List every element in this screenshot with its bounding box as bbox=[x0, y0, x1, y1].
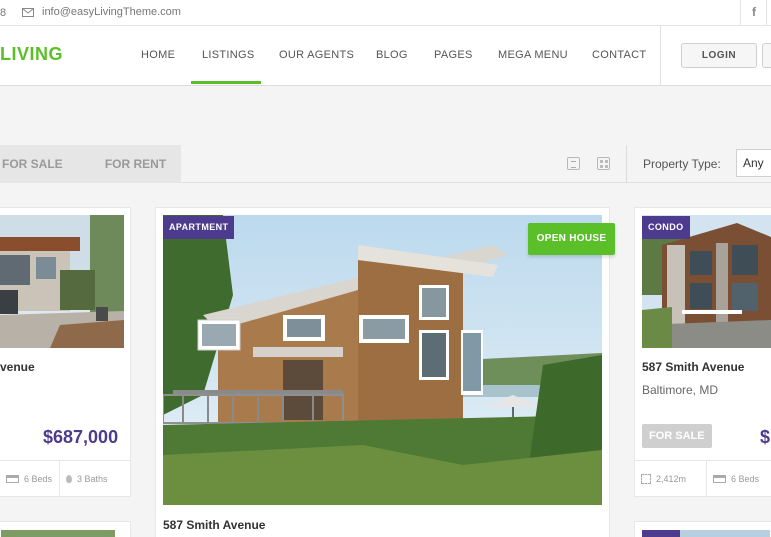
area-size: 2,412m bbox=[635, 460, 707, 497]
property-type-badge: CONDO bbox=[642, 216, 690, 239]
bed-icon bbox=[6, 475, 19, 483]
bath-icon bbox=[66, 475, 72, 483]
baths-label: 3 Baths bbox=[77, 474, 108, 484]
listing-price: $ bbox=[760, 427, 771, 447]
listing-title[interactable]: 587 Smith Avenue bbox=[163, 518, 265, 532]
property-type-label: Property Type: bbox=[643, 157, 721, 171]
email-text: info@easyLivingTheme.com bbox=[42, 6, 181, 18]
active-nav-indicator bbox=[191, 81, 261, 84]
site-header: LIVING HOME LISTINGS OUR AGENTS BLOG PAG… bbox=[0, 26, 771, 86]
beds-label: 6 Beds bbox=[24, 474, 53, 484]
listing-photo[interactable] bbox=[0, 215, 124, 348]
bed-icon bbox=[713, 475, 726, 483]
phone-number: 8 bbox=[0, 7, 7, 19]
area-icon bbox=[641, 474, 651, 484]
nav-blog[interactable]: BLOG bbox=[376, 49, 408, 61]
divider bbox=[766, 0, 767, 26]
property-type-badge: APARTMENT bbox=[163, 216, 235, 239]
nav-our-agents[interactable]: OUR AGENTS bbox=[279, 49, 354, 61]
register-button[interactable] bbox=[762, 43, 771, 68]
beds-count: 6 Beds bbox=[0, 460, 60, 497]
tab-for-sale[interactable]: FOR SALE bbox=[0, 145, 90, 183]
listing-photo[interactable] bbox=[1, 530, 115, 537]
baths-count: 3 Baths bbox=[60, 460, 130, 497]
listing-photo[interactable] bbox=[163, 215, 602, 505]
property-type-select[interactable]: Any bbox=[736, 149, 771, 177]
listing-title[interactable]: venue bbox=[0, 360, 35, 374]
facebook-icon[interactable]: f bbox=[752, 5, 756, 19]
area-label: 2,412m bbox=[656, 474, 687, 484]
site-logo[interactable]: LIVING bbox=[0, 44, 63, 65]
mail-icon bbox=[22, 7, 34, 17]
tab-for-rent[interactable]: FOR RENT bbox=[90, 145, 181, 183]
listing-photo[interactable] bbox=[680, 530, 770, 537]
list-view-icon[interactable] bbox=[567, 157, 580, 170]
nav-pages[interactable]: PAGES bbox=[434, 49, 473, 61]
divider bbox=[740, 0, 741, 26]
property-type-badge bbox=[642, 530, 680, 537]
status-badge: FOR SALE bbox=[642, 424, 712, 448]
email-contact[interactable]: info@easyLivingTheme.com bbox=[22, 6, 181, 18]
top-bar: 8 info@easyLivingTheme.com f bbox=[0, 0, 771, 26]
nav-contact[interactable]: CONTACT bbox=[592, 49, 646, 61]
listing-location: Baltimore, MD bbox=[642, 383, 719, 397]
nav-home[interactable]: HOME bbox=[141, 49, 175, 61]
open-house-badge: OPEN HOUSE bbox=[528, 223, 615, 255]
divider bbox=[660, 26, 661, 86]
nav-mega-menu[interactable]: MEGA MENU bbox=[498, 49, 568, 61]
beds-label: 6 Beds bbox=[731, 474, 760, 484]
beds-count: 6 Beds bbox=[707, 460, 771, 497]
listing-card[interactable] bbox=[0, 521, 131, 537]
listing-price: $687,000 bbox=[43, 427, 119, 447]
listing-card[interactable] bbox=[634, 521, 771, 537]
divider bbox=[626, 145, 627, 183]
grid-view-icon[interactable] bbox=[597, 157, 610, 170]
login-button[interactable]: LOGIN bbox=[681, 43, 757, 68]
listing-title[interactable]: 587 Smith Avenue bbox=[642, 360, 744, 374]
nav-listings[interactable]: LISTINGS bbox=[202, 49, 255, 61]
